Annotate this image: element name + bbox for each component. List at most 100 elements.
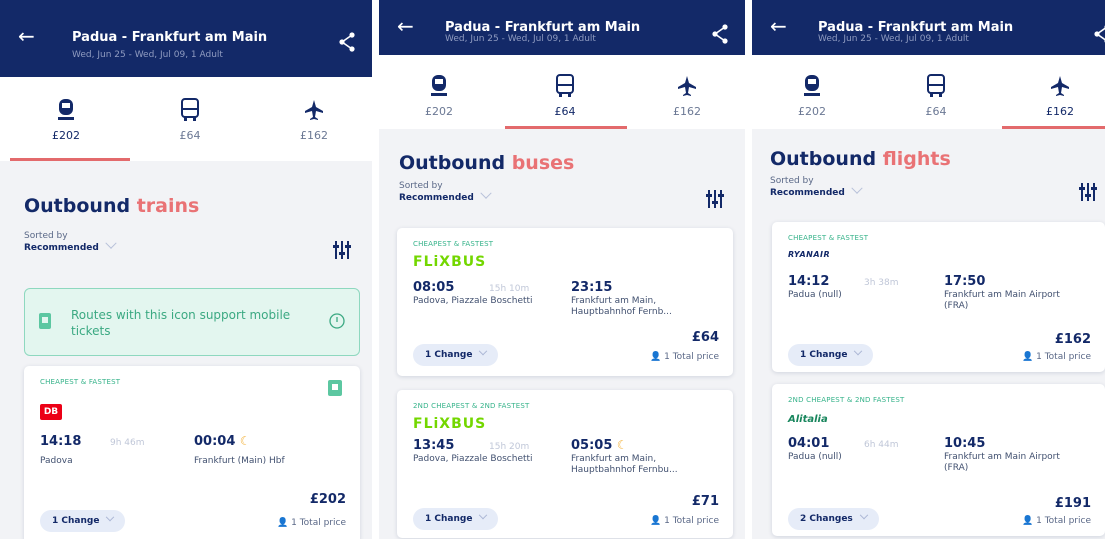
chevron-down-icon — [105, 237, 117, 249]
tab-flights[interactable]: £162 — [627, 55, 745, 129]
result-card[interactable]: CHEAPEST & FASTEST RYANAIR 14:12 3h 38m … — [772, 222, 1105, 372]
heading-prefix: Outbound — [24, 195, 131, 217]
tab-price: £162 — [1046, 105, 1074, 118]
filter-icon[interactable] — [1078, 182, 1098, 202]
share-icon[interactable] — [338, 32, 356, 52]
tab-price: £64 — [554, 105, 576, 118]
departure-time: 08:05 — [413, 280, 455, 295]
tab-flights[interactable]: £162 — [254, 77, 372, 161]
card-price: £64 — [691, 330, 719, 345]
sort-control[interactable]: Sorted by Recommended — [24, 231, 117, 254]
arrival-place: Frankfurt am Main Airport (FRA) — [944, 452, 1060, 473]
chevron-down-icon — [480, 187, 492, 199]
result-card[interactable]: CHEAPEST & FASTEST FLiXBUS 08:05 15h 10m… — [397, 228, 733, 376]
section-heading: Outbound buses — [399, 152, 574, 174]
total-price: 👤 1 Total price — [277, 518, 346, 528]
filter-icon[interactable] — [332, 240, 352, 260]
departure-time: 14:12 — [788, 274, 830, 289]
heading-prefix: Outbound — [770, 148, 877, 170]
route-subtitle: Wed, Jun 25 - Wed, Jul 09, 1 Adult — [72, 50, 223, 60]
departure-time: 13:45 — [413, 438, 455, 453]
duration: 15h 10m — [489, 284, 530, 294]
header-bar: ← Padua - Frankfurt am Main Wed, Jun 25 … — [0, 0, 372, 77]
heading-accent: flights — [882, 148, 951, 170]
changes-button[interactable]: 2 Changes — [788, 508, 879, 530]
moon-icon: ☾ — [239, 434, 251, 448]
departure-place: Padova — [40, 456, 73, 466]
result-card[interactable]: 2ND CHEAPEST & 2ND FASTEST Alitalia 04:0… — [772, 384, 1105, 536]
active-tab-indicator — [1002, 126, 1105, 129]
header-bar: ← Padua - Frankfurt am Main Wed, Jun 25 … — [752, 0, 1105, 55]
active-tab-indicator — [505, 126, 627, 129]
card-price: £191 — [1054, 496, 1091, 511]
route-title: Padua - Frankfurt am Main — [72, 30, 268, 45]
changes-button[interactable]: 1 Change — [413, 344, 499, 366]
db-logo: DB — [40, 404, 62, 420]
tab-price: £64 — [925, 105, 947, 118]
tab-flights[interactable]: £162 — [1000, 55, 1105, 129]
card-price: £162 — [1054, 332, 1091, 347]
heading-accent: buses — [511, 152, 575, 174]
train-icon — [431, 75, 447, 96]
buses-screen: ← Padua - Frankfurt am Main Wed, Jun 25 … — [379, 0, 745, 539]
card-price: £71 — [691, 494, 719, 509]
alitalia-logo: Alitalia — [788, 414, 828, 425]
arrival-time-text: 05:05 — [571, 438, 613, 453]
arrival-time: 23:15 — [571, 280, 613, 295]
back-arrow-icon[interactable]: ← — [18, 24, 35, 48]
route-subtitle: Wed, Jun 25 - Wed, Jul 09, 1 Adult — [445, 34, 596, 44]
filter-icon[interactable] — [705, 189, 725, 209]
chevron-down-icon — [854, 346, 863, 356]
arrival-place: Frankfurt am Main Airport (FRA) — [944, 290, 1060, 311]
total-label: 1 Total price — [291, 518, 346, 528]
tab-trains[interactable]: £202 — [6, 77, 126, 161]
transport-tabs: £202 £64 £162 — [752, 55, 1105, 129]
route-subtitle: Wed, Jun 25 - Wed, Jul 09, 1 Adult — [818, 34, 969, 44]
tab-trains[interactable]: £202 — [752, 55, 872, 129]
info-icon[interactable] — [329, 313, 345, 329]
changes-button[interactable]: 1 Change — [413, 508, 499, 530]
sort-control[interactable]: Sorted by Recommended — [770, 176, 863, 199]
plane-icon — [1051, 76, 1069, 96]
total-label: 1 Total price — [1036, 516, 1091, 526]
total-price: 👤 1 Total price — [1022, 352, 1091, 362]
mobile-ticket-icon — [328, 380, 342, 396]
sort-control[interactable]: Sorted by Recommended — [399, 181, 492, 204]
header-bar: ← Padua - Frankfurt am Main Wed, Jun 25 … — [379, 0, 745, 55]
departure-place: Padua (null) — [788, 452, 842, 462]
tab-price: £162 — [673, 105, 701, 118]
arrival-time: 00:04 ☾ — [194, 434, 251, 449]
total-label: 1 Total price — [1036, 352, 1091, 362]
share-icon[interactable] — [711, 24, 729, 44]
share-icon[interactable] — [1093, 24, 1105, 44]
duration: 15h 20m — [489, 442, 530, 452]
card-tag: CHEAPEST & FASTEST — [788, 234, 869, 242]
back-arrow-icon[interactable]: ← — [397, 14, 414, 38]
total-price: 👤 1 Total price — [650, 352, 719, 362]
tab-buses[interactable]: £64 — [130, 77, 250, 161]
train-icon — [804, 75, 820, 96]
route-title: Padua - Frankfurt am Main — [445, 20, 641, 35]
back-arrow-icon[interactable]: ← — [770, 14, 787, 38]
chevron-down-icon — [851, 182, 863, 194]
tab-price: £202 — [52, 129, 80, 142]
changes-button[interactable]: 1 Change — [788, 344, 874, 366]
tab-trains[interactable]: £202 — [379, 55, 499, 129]
flights-screen: ← Padua - Frankfurt am Main Wed, Jun 25 … — [752, 0, 1105, 539]
duration: 9h 46m — [110, 438, 145, 448]
bus-icon — [556, 74, 574, 97]
card-tag: CHEAPEST & FASTEST — [413, 240, 494, 248]
tab-buses[interactable]: £64 — [505, 55, 625, 129]
ryanair-logo: RYANAIR — [788, 250, 831, 259]
plane-icon — [305, 100, 323, 120]
result-card[interactable]: 2ND CHEAPEST & 2ND FASTEST FLiXBUS 13:45… — [397, 390, 733, 538]
duration: 3h 38m — [864, 278, 899, 288]
sort-value: Recommended — [770, 188, 845, 198]
changes-button[interactable]: 1 Change — [40, 510, 126, 532]
heading-prefix: Outbound — [399, 152, 506, 174]
result-card[interactable]: CHEAPEST & FASTEST DB 14:18 9h 46m 00:04… — [24, 366, 360, 539]
tab-buses[interactable]: £64 — [876, 55, 996, 129]
train-icon — [58, 99, 74, 120]
tab-price: £162 — [300, 129, 328, 142]
tab-price: £202 — [425, 105, 453, 118]
